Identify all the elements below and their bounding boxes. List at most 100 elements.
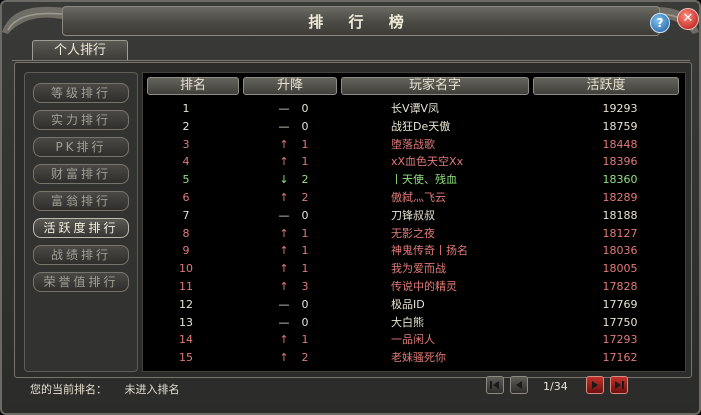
rank-cell: 6 — [182, 191, 190, 204]
activity-cell: 18396 — [602, 155, 638, 169]
player-name-cell: 我为爱而战 — [391, 262, 446, 276]
player-name-cell: 刀锋叔叔 — [391, 208, 435, 222]
player-name-cell: 神鬼传奇丨扬名 — [391, 244, 468, 258]
nav-pk-ranking[interactable]: PK排行 — [33, 137, 129, 157]
leaderboard-window: 排 行 榜 ? ✕ 个人排行 等级排行 实力排行 PK排行 财富排行 富翁排行 … — [0, 0, 701, 415]
activity-cell: 18759 — [602, 119, 638, 133]
rank-cell: 3 — [182, 137, 190, 151]
player-name-cell: 堕落战歌 — [391, 137, 435, 151]
header-player-name[interactable]: 玩家名字 — [341, 77, 529, 95]
player-name-cell: 传说中的精灵 — [391, 280, 457, 293]
table-row[interactable]: 8 ↑ 1 无影之夜 18127 — [143, 225, 685, 242]
change-amount-cell: 0 — [301, 208, 309, 222]
player-name-cell: 极品ID — [391, 297, 425, 311]
player-name-cell: 长V谭V凤 — [391, 102, 440, 115]
change-amount-cell: 2 — [301, 351, 309, 365]
change-amount-cell: 1 — [301, 155, 309, 169]
activity-cell: 18448 — [602, 137, 638, 151]
table-row[interactable]: 9 ↑ 1 神鬼传奇丨扬名 18036 — [143, 242, 685, 259]
help-button[interactable]: ? — [650, 13, 670, 33]
nav-activity-ranking[interactable]: 活跃度排行 — [33, 218, 129, 238]
rank-cell: 7 — [182, 208, 190, 222]
rank-cell: 10 — [179, 262, 193, 276]
next-page-icon — [592, 381, 598, 389]
rank-cell: 8 — [182, 226, 190, 240]
nav-level-ranking[interactable]: 等级排行 — [33, 83, 129, 103]
change-amount-cell: 1 — [301, 137, 309, 151]
rank-cell: 13 — [179, 315, 193, 329]
rank-cell: 2 — [182, 119, 190, 133]
first-page-icon — [490, 381, 499, 389]
nav-wealth-ranking[interactable]: 财富排行 — [33, 164, 129, 184]
table-row[interactable]: 2—0 战狂De天傲 18759 — [143, 118, 685, 135]
table-row[interactable]: 7—0 刀锋叔叔 18188 — [143, 207, 685, 224]
previous-page-button[interactable] — [510, 376, 528, 394]
header-change[interactable]: 升降 — [243, 77, 337, 95]
current-rank-info: 您的当前排名： 未进入排名 — [30, 381, 194, 397]
change-amount-cell: 3 — [301, 280, 309, 293]
activity-cell: 17828 — [602, 280, 638, 293]
header-activity[interactable]: 活跃度 — [533, 77, 679, 95]
change-amount-cell: 0 — [301, 119, 309, 133]
activity-cell: 18289 — [602, 191, 638, 204]
rank-cell: 4 — [182, 155, 190, 169]
activity-cell: 18188 — [602, 208, 638, 222]
player-name-cell: 无影之夜 — [391, 226, 435, 240]
activity-cell: 18036 — [602, 244, 638, 258]
tab-personal-ranking[interactable]: 个人排行 — [32, 40, 128, 60]
change-amount-cell: 1 — [301, 244, 309, 258]
nav-honor-ranking[interactable]: 荣誉值排行 — [33, 272, 129, 292]
table-row[interactable]: 12—0 极品ID 17769 — [143, 296, 685, 313]
nav-battle-record-ranking[interactable]: 战绩排行 — [33, 245, 129, 265]
player-name-cell: xX血色天空Xx — [391, 155, 464, 169]
nav-strength-ranking[interactable]: 实力排行 — [33, 110, 129, 130]
table-row[interactable]: 4 ↑ 1 xX血色天空Xx 18396 — [143, 153, 685, 170]
window-title: 排 行 榜 — [308, 12, 414, 31]
player-name-cell: 大白熊 — [391, 315, 424, 329]
rank-cell: 12 — [179, 297, 193, 311]
activity-cell: 17769 — [602, 297, 638, 311]
tab-strip: 个人排行 — [12, 40, 690, 61]
player-name-cell: 丨天使、残血 — [391, 173, 457, 187]
close-button[interactable]: ✕ — [677, 8, 699, 30]
activity-cell: 17162 — [602, 351, 638, 365]
table-row[interactable]: 1—0 长V谭V凤 19293 — [143, 100, 685, 117]
activity-cell: 18127 — [602, 226, 638, 240]
nav-rich-ranking[interactable]: 富翁排行 — [33, 191, 129, 211]
change-amount-cell: 0 — [301, 297, 309, 311]
rank-cell: 1 — [182, 102, 190, 115]
activity-cell: 17750 — [602, 315, 638, 329]
change-amount-cell: 0 — [301, 102, 309, 115]
rank-cell: 14 — [179, 333, 193, 347]
table-row[interactable]: 10 ↑ 1 我为爱而战 18005 — [143, 260, 685, 277]
ranking-table: 排名 升降 玩家名字 活跃度 1—0 长V谭V凤 19293 2—0 战狂De天傲 187… — [142, 72, 686, 372]
table-row[interactable]: 3 ↑ 1 堕落战歌 18448 — [143, 136, 685, 153]
activity-cell: 19293 — [602, 102, 638, 115]
previous-page-icon — [516, 381, 522, 389]
change-amount-cell: 0 — [301, 315, 309, 329]
rank-cell: 5 — [182, 173, 190, 187]
player-name-cell: 一品闲人 — [391, 333, 435, 347]
header-rank[interactable]: 排名 — [147, 77, 239, 95]
activity-cell: 18360 — [602, 173, 638, 187]
last-page-button[interactable] — [610, 376, 628, 394]
table-row[interactable]: 6 ↑ 2 傲弑灬飞云 18289 — [143, 189, 685, 206]
table-row[interactable]: 13—0 大白熊 17750 — [143, 314, 685, 331]
table-row[interactable]: 5 ↓ 2 丨天使、残血 18360 — [143, 171, 685, 188]
change-amount-cell: 1 — [301, 226, 309, 240]
title-bar[interactable]: 排 行 榜 — [62, 6, 660, 36]
rank-cell: 9 — [182, 244, 190, 258]
change-amount-cell: 1 — [301, 333, 309, 347]
first-page-button[interactable] — [486, 376, 504, 394]
table-row[interactable]: 15 ↑ 2 老妹骚死你 17162 — [143, 349, 685, 366]
player-name-cell: 傲弑灬飞云 — [391, 191, 446, 204]
next-page-button[interactable] — [586, 376, 604, 394]
current-rank-label: 您的当前排名： — [30, 383, 107, 396]
table-row[interactable]: 14 ↑ 1 一品闲人 17293 — [143, 331, 685, 348]
change-amount-cell: 1 — [301, 262, 309, 276]
player-name-cell: 老妹骚死你 — [391, 351, 446, 365]
player-name-cell: 战狂De天傲 — [391, 119, 451, 133]
rank-cell: 15 — [179, 351, 193, 365]
table-row[interactable]: 11 ↑ 3 传说中的精灵 17828 — [143, 278, 685, 295]
rank-cell: 11 — [179, 280, 193, 293]
